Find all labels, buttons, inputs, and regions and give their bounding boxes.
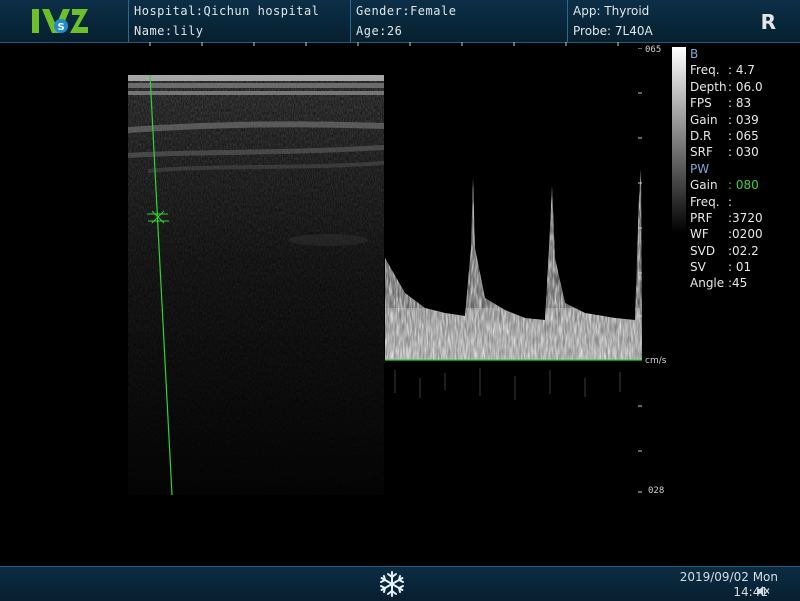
speaker-mute-icon[interactable] bbox=[756, 585, 770, 597]
param-row: FPS: 83 bbox=[690, 96, 752, 111]
grayscale-bar bbox=[672, 47, 686, 233]
svg-text:S: S bbox=[58, 22, 65, 33]
date-label: 2019/09/02 Mon bbox=[679, 570, 778, 584]
brand-logo: S bbox=[32, 9, 88, 33]
doppler-canvas bbox=[385, 47, 642, 498]
param-row: Freq.: bbox=[690, 194, 733, 209]
application-label: App: Thyroid bbox=[573, 4, 650, 18]
hospital-label: Hospital:Qichun hospital bbox=[134, 4, 320, 18]
b-mode-canvas bbox=[128, 74, 384, 496]
param-row: Gain: 080 bbox=[690, 178, 759, 193]
age-label: Age:26 bbox=[356, 24, 403, 38]
param-row: D.R: 065 bbox=[690, 128, 759, 143]
patient-name-label: Name:lily bbox=[134, 24, 204, 38]
b-mode-section-title: B bbox=[690, 47, 699, 61]
parameter-panel: B Freq.: 4.7 Depth: 06.0 FPS: 83 Gain: 0… bbox=[690, 46, 796, 292]
gender-label: Gender:Female bbox=[356, 4, 457, 18]
param-row: Angle:45 bbox=[690, 276, 748, 291]
velocity-unit-label: cm/s bbox=[645, 356, 667, 366]
param-row: Freq.: 4.7 bbox=[690, 63, 755, 78]
pw-section-title: PW bbox=[690, 161, 710, 176]
param-row: SV: 01 bbox=[690, 260, 752, 275]
param-row: PRF:3720 bbox=[690, 210, 763, 225]
param-row: WF:0200 bbox=[690, 227, 763, 242]
param-row: SRF: 030 bbox=[690, 145, 759, 160]
patient-demographics-cell: Gender:Female Age:26 bbox=[350, 0, 566, 42]
velocity-scale-top: 065 bbox=[645, 45, 662, 55]
b-mode-image[interactable] bbox=[128, 74, 384, 496]
doppler-spectrum[interactable] bbox=[385, 47, 642, 498]
snowflake-icon[interactable] bbox=[378, 570, 406, 598]
status-bar: 2019/09/02 Mon 14:41 bbox=[0, 566, 800, 601]
velocity-scale-bottom: 028 bbox=[648, 486, 665, 496]
patient-info-cell: Hospital:Qichun hospital Name:lily bbox=[128, 0, 349, 42]
orientation-marker: R bbox=[760, 10, 776, 34]
header-bar: S Hospital:Qichun hospital Name:lily Gen… bbox=[0, 0, 800, 43]
param-row: SVD:02.2 bbox=[690, 243, 759, 258]
param-row: Gain: 039 bbox=[690, 112, 759, 127]
param-row: Depth: 06.0 bbox=[690, 79, 763, 94]
probe-label: Probe: 7L40A bbox=[573, 24, 653, 38]
